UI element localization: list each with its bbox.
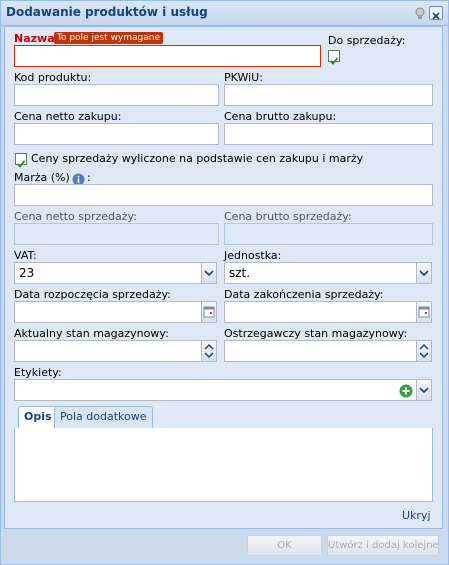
- tab-pola-dodatkowe[interactable]: Pola dodatkowe: [54, 406, 153, 428]
- calendar-icon: [418, 306, 430, 318]
- gross-purchase-label: Cena brutto zakupu:: [224, 110, 337, 123]
- for-sale-label: Do sprzedaży:: [328, 34, 406, 47]
- chevron-down-icon: [419, 270, 429, 277]
- tab-strip: Opis Pola dodatkowe: [14, 404, 433, 429]
- vat-select[interactable]: 23: [14, 262, 202, 284]
- stock-spinner[interactable]: [201, 340, 217, 362]
- net-purchase-label: Cena netto zakupu:: [14, 110, 122, 123]
- ok-button[interactable]: OK: [247, 535, 322, 556]
- chevron-down-icon: [204, 270, 214, 277]
- spinner-icon: [204, 343, 214, 359]
- pkwiu-input[interactable]: [224, 84, 433, 106]
- gross-sale-label: Cena brutto sprzedaży:: [224, 210, 352, 223]
- gross-sale-input: [224, 223, 433, 245]
- sale-end-label: Data zakończenia sprzedaży:: [224, 288, 384, 301]
- vat-dropdown-trigger[interactable]: [201, 262, 217, 284]
- name-error-badge: To pole jest wymagane: [54, 32, 164, 44]
- check-icon: [329, 57, 339, 65]
- name-input[interactable]: [14, 45, 321, 67]
- sale-end-date-trigger[interactable]: [416, 301, 432, 323]
- sale-start-input[interactable]: [14, 301, 202, 323]
- warning-stock-input[interactable]: [224, 340, 417, 362]
- stock-label: Aktualny stan magazynowy:: [14, 327, 169, 340]
- net-purchase-input[interactable]: [14, 123, 219, 145]
- chevron-down-icon: [419, 387, 429, 394]
- warning-stock-spinner[interactable]: [416, 340, 432, 362]
- sale-end-input[interactable]: [224, 301, 417, 323]
- margin-label: Marża (%): [14, 171, 70, 184]
- unit-select[interactable]: szt.: [224, 262, 417, 284]
- check-icon: [16, 160, 26, 168]
- add-icon[interactable]: [399, 383, 413, 398]
- warning-stock-label: Ostrzegawczy stan magazynowy:: [224, 327, 408, 340]
- auto-price-label: Ceny sprzedaży wyliczone na podstawie ce…: [31, 152, 364, 165]
- spinner-icon: [419, 343, 429, 359]
- sale-start-label: Data rozpoczęcia sprzedaży:: [14, 288, 171, 301]
- dialog-title: Dodawanie produktów i usług: [6, 5, 208, 19]
- dialog-titlebar[interactable]: Dodawanie produktów i usług: [1, 1, 448, 26]
- close-icon[interactable]: [429, 6, 443, 20]
- name-label: Nazwa:: [14, 32, 60, 45]
- unit-label: Jednostka:: [224, 249, 282, 262]
- info-icon[interactable]: [72, 171, 85, 186]
- unit-dropdown-trigger[interactable]: [416, 262, 432, 284]
- hide-link[interactable]: Ukryj: [402, 509, 431, 522]
- create-add-next-button[interactable]: Utwórz i dodaj kolejne: [327, 535, 439, 556]
- tab-opis[interactable]: Opis: [18, 406, 58, 429]
- vat-label: VAT:: [14, 249, 37, 262]
- product-code-input[interactable]: [14, 84, 219, 106]
- pkwiu-label: PKWiU:: [224, 71, 263, 84]
- margin-input[interactable]: [14, 184, 433, 206]
- net-sale-label: Cena netto sprzedaży:: [14, 210, 137, 223]
- description-textarea[interactable]: [14, 428, 433, 502]
- tags-dropdown-trigger[interactable]: [416, 379, 432, 401]
- tags-label: Etykiety:: [14, 366, 62, 379]
- product-code-label: Kod produktu:: [14, 71, 92, 84]
- auto-price-checkbox[interactable]: [15, 153, 27, 168]
- calendar-icon: [203, 306, 215, 318]
- net-sale-input: [14, 223, 219, 245]
- margin-label-colon: :: [87, 171, 91, 184]
- help-icon[interactable]: [413, 6, 427, 20]
- gross-purchase-input[interactable]: [224, 123, 433, 145]
- tags-input[interactable]: [14, 379, 417, 401]
- sale-start-date-trigger[interactable]: [201, 301, 217, 323]
- for-sale-checkbox[interactable]: [328, 50, 340, 65]
- stock-input[interactable]: [14, 340, 202, 362]
